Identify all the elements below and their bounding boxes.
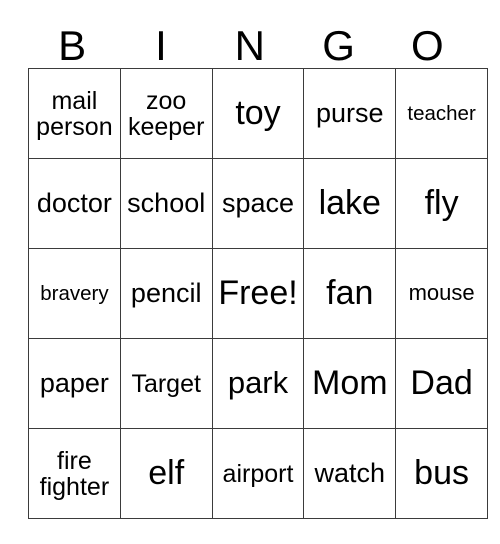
bingo-cell-label: elf [148,453,185,492]
bingo-cell[interactable]: lake [303,158,397,249]
bingo-cell-label: zoo keeper [127,86,205,141]
bingo-cell[interactable]: purse [303,68,397,159]
bingo-cell[interactable]: school [119,158,213,249]
bingo-cell[interactable]: Mom [303,338,397,429]
bingo-row: paper Target park Mom Dad [28,338,488,429]
bingo-cell[interactable]: space [211,158,305,249]
bingo-grid: mail person zoo keeper toy purse teacher… [28,68,488,519]
bingo-cell-label: pencil [130,278,202,309]
bingo-cell-label: park [227,365,289,401]
free-space-label: Free! [218,273,298,312]
bingo-cell-label: bravery [40,281,109,305]
bingo-row: mail person zoo keeper toy purse teacher [28,68,488,159]
header-letter-i: I [155,22,168,69]
bingo-cell-label: school [127,188,206,219]
bingo-header: B I N G O [28,14,472,68]
bingo-cell-label: watch [314,458,386,489]
bingo-cell[interactable]: Dad [395,338,488,429]
bingo-row: fire fighter elf airport watch bus [28,428,488,519]
bingo-cell-label: fly [424,183,459,222]
bingo-cell[interactable]: fan [303,248,397,339]
bingo-cell[interactable]: doctor [28,158,121,249]
bingo-cell-label: airport [222,459,294,488]
bingo-cell[interactable]: bravery [28,248,121,339]
bingo-cell[interactable]: bus [395,428,488,519]
bingo-row: doctor school space lake fly [28,158,488,249]
bingo-cell-label: Mom [312,363,388,402]
bingo-cell[interactable]: mouse [395,248,488,339]
bingo-cell[interactable]: pencil [119,248,213,339]
bingo-cell-label: mouse [408,280,475,306]
bingo-cell[interactable]: fly [395,158,488,249]
bingo-cell-label: lake [318,183,381,222]
bingo-cell[interactable]: mail person [28,68,121,159]
bingo-card: B I N G O mail person zoo keeper toy pur… [28,14,488,519]
bingo-cell-label: Dad [410,363,473,402]
bingo-row: bravery pencil Free! fan mouse [28,248,488,339]
bingo-cell[interactable]: Target [119,338,213,429]
bingo-cell[interactable]: watch [303,428,397,519]
bingo-cell-label: Target [131,369,201,398]
bingo-cell[interactable]: elf [119,428,213,519]
bingo-cell-label: fire fighter [39,446,110,501]
bingo-cell[interactable]: park [211,338,305,429]
bingo-cell-label: paper [39,368,109,399]
bingo-cell-label: purse [316,98,384,129]
bingo-cell-label: teacher [407,101,476,125]
header-letter-n: N [234,22,266,69]
bingo-cell[interactable]: toy [211,68,305,159]
bingo-cell[interactable]: airport [211,428,305,519]
header-letter-o: O [411,22,445,69]
bingo-cell-label: bus [414,453,469,492]
bingo-cell[interactable]: zoo keeper [119,68,213,159]
bingo-cell-label: space [221,188,295,219]
header-letter-b: B [58,22,87,69]
header-letter-g: G [322,22,356,69]
bingo-cell-label: mail person [36,86,113,141]
bingo-cell[interactable]: teacher [395,68,488,159]
bingo-cell-label: toy [235,93,281,132]
bingo-cell-label: doctor [36,188,112,219]
bingo-cell-free[interactable]: Free! [211,248,305,339]
bingo-cell[interactable]: paper [28,338,121,429]
bingo-cell-label: fan [326,273,374,312]
bingo-cell[interactable]: fire fighter [28,428,121,519]
